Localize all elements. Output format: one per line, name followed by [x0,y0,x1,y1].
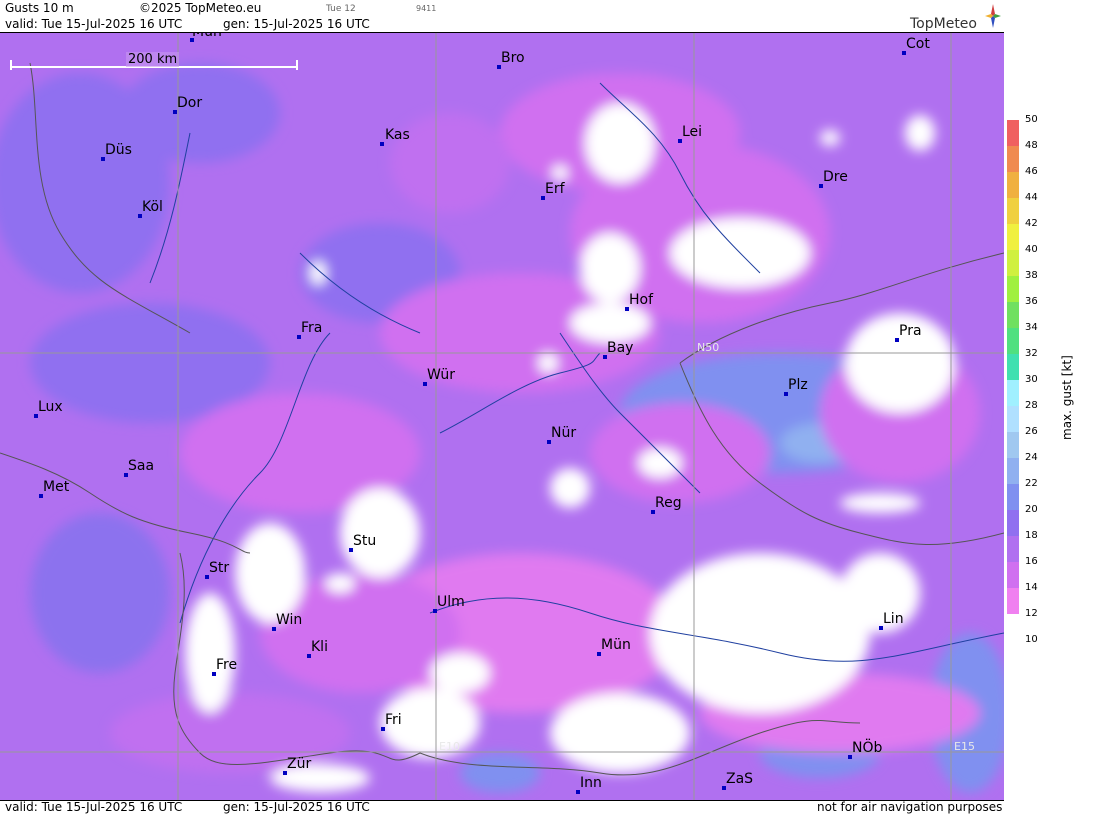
legend-tick-label: 40 [1025,244,1038,255]
legend-swatch [1007,198,1019,224]
city-wur[interactable]: Wür [427,367,455,383]
legend-swatch [1007,146,1019,172]
legend-swatch [1007,224,1019,250]
lat-label-n50: N50 [697,341,720,354]
legend-tick-label: 44 [1025,192,1038,203]
city-fre[interactable]: Fre [216,657,237,673]
city-bro[interactable]: Bro [501,50,525,66]
legend-tick-label: 34 [1025,322,1038,333]
city-kol[interactable]: Köl [142,199,163,215]
legend-tick-label: 18 [1025,530,1038,541]
lon-label-e15: E15 [954,740,975,753]
gust-field [0,33,1004,800]
city-zas[interactable]: ZaS [726,771,753,787]
footer-generated-time: gen: 15-Jul-2025 16 UTC [223,800,370,814]
legend-tick-label: 20 [1025,504,1038,515]
legend-swatch [1007,328,1019,354]
city-dre[interactable]: Dre [823,169,848,185]
legend-tick-label: 42 [1025,218,1038,229]
scale-bar: 200 km [10,52,298,70]
legend-tick-label: 26 [1025,426,1038,437]
city-lux[interactable]: Lux [38,399,63,415]
city-stu[interactable]: Stu [353,533,376,549]
legend-tick-label: 24 [1025,452,1038,463]
legend-swatch [1007,302,1019,328]
legend-tick-label: 36 [1025,296,1038,307]
legend-swatch [1007,380,1019,406]
city-fri[interactable]: Fri [385,712,402,728]
legend-tick-label: 14 [1025,582,1038,593]
legend-tick-label: 22 [1025,478,1038,489]
map-title: Gusts 10 m [5,1,74,15]
city-dot [380,142,384,146]
footer-valid-time: valid: Tue 15-Jul-2025 16 UTC [5,800,183,814]
legend-swatch [1007,250,1019,276]
topmeteo-logo[interactable]: TopMeteo [910,3,1002,32]
generated-time: gen: 15-Jul-2025 16 UTC [223,17,370,31]
run-code: 9411 [416,4,437,13]
legend-swatch [1007,510,1019,536]
legend-tick-label: 16 [1025,556,1038,567]
city-mun-north[interactable]: Mün [192,33,222,40]
city-dus[interactable]: Düs [105,142,132,158]
legend-tick-label: 28 [1025,400,1038,411]
legend-swatch [1007,458,1019,484]
city-erf[interactable]: Erf [545,181,565,197]
legend-swatch [1007,562,1019,588]
city-reg[interactable]: Reg [655,495,682,511]
city-kas[interactable]: Kas [385,127,410,143]
logo-text: TopMeteo [910,16,977,32]
legend-tick-label: 50 [1025,114,1038,125]
copyright: ©2025 TopMeteo.eu [139,1,262,15]
city-fra[interactable]: Fra [301,320,322,336]
scale-label: 200 km [126,52,180,67]
legend-tick-label: 48 [1025,140,1038,151]
city-inn[interactable]: Inn [580,775,602,791]
legend-tick-label: 38 [1025,270,1038,281]
legend-tick-label: 10 [1025,634,1038,645]
city-str[interactable]: Str [209,560,229,576]
legend-swatch [1007,276,1019,302]
legend-swatch [1007,172,1019,198]
legend-tick-label: 32 [1025,348,1038,359]
city-kli[interactable]: Kli [311,639,328,655]
legend-swatch [1007,484,1019,510]
city-hof[interactable]: Hof [629,292,653,308]
city-win[interactable]: Win [276,612,302,628]
legend-swatch [1007,588,1019,614]
city-zur[interactable]: Zür [287,756,311,772]
valid-time: valid: Tue 15-Jul-2025 16 UTC [5,17,183,31]
city-met[interactable]: Met [43,479,69,495]
lon-label-e10: E10 [439,740,460,753]
legend-tick-label: 46 [1025,166,1038,177]
city-ulm[interactable]: Ulm [437,594,465,610]
legend-swatch [1007,120,1019,146]
city-plz[interactable]: Plz [788,377,808,393]
city-cot[interactable]: Cot [906,36,930,52]
legend-swatch [1007,432,1019,458]
city-pra[interactable]: Pra [899,323,922,339]
legend-tick-label: 30 [1025,374,1038,385]
city-lin[interactable]: Lin [883,611,904,627]
city-bay[interactable]: Bay [607,340,633,356]
legend-swatch [1007,536,1019,562]
city-lei[interactable]: Lei [682,124,702,140]
city-saa[interactable]: Saa [128,458,154,474]
legend-swatch [1007,354,1019,380]
gust-map[interactable]: N50 E10 E15 200 km Mün Bro Cot Dor Kas L… [0,32,1004,801]
city-nob[interactable]: NÖb [852,740,882,756]
city-dor[interactable]: Dor [177,95,202,111]
legend-swatch [1007,614,1019,640]
city-nur[interactable]: Nür [551,425,576,441]
city-mun[interactable]: Mün [601,637,631,653]
navigation-disclaimer: not for air navigation purposes [817,800,1003,814]
day-tab[interactable]: Tue 12 [326,4,356,14]
legend-title: max. gust [kt] [1060,355,1074,440]
legend-swatch [1007,406,1019,432]
compass-icon [985,4,1001,28]
legend-tick-label: 12 [1025,608,1038,619]
